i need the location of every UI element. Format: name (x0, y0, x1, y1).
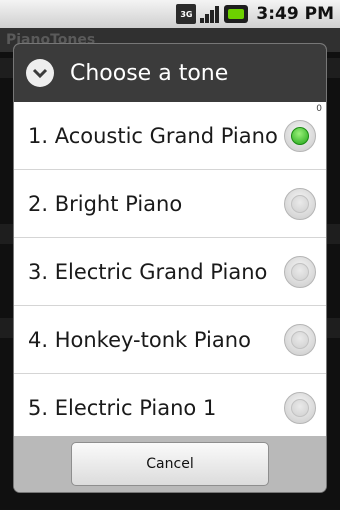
battery-icon (224, 5, 249, 23)
radio-button[interactable] (284, 323, 316, 356)
radio-button[interactable] (284, 255, 316, 288)
dialog-title: Choose a tone (70, 60, 229, 86)
radio-button[interactable] (284, 391, 316, 424)
network-type-label: 3G (180, 9, 193, 19)
tone-option-label: 3. Electric Grand Piano (28, 259, 268, 284)
chevron-down-icon (26, 59, 54, 87)
tone-option-label: 4. Honkey-tonk Piano (28, 327, 251, 352)
tone-option-honkey-tonk-piano[interactable]: 4. Honkey-tonk Piano (14, 306, 326, 374)
dialog-footer: Cancel (14, 436, 326, 492)
scroll-marker: 0 (316, 104, 322, 114)
tone-option-electric-grand-piano[interactable]: 3. Electric Grand Piano (14, 238, 326, 306)
tone-option-bright-piano[interactable]: 2. Bright Piano (14, 170, 326, 238)
tone-option-label: 2. Bright Piano (28, 191, 183, 216)
tone-list[interactable]: 1. Acoustic Grand Piano 2. Bright Piano … (14, 102, 326, 436)
dialog-header: Choose a tone (14, 44, 326, 102)
signal-strength-icon (199, 4, 221, 24)
tone-option-label: 1. Acoustic Grand Piano (28, 123, 278, 148)
network-3g-icon: 3G (176, 4, 197, 24)
radio-button-selected[interactable] (284, 119, 316, 152)
tone-option-electric-piano-1[interactable]: 5. Electric Piano 1 (14, 374, 326, 436)
cancel-button[interactable]: Cancel (71, 442, 269, 486)
status-bar: 3G 3:49 PM (0, 0, 340, 28)
choose-tone-dialog: Choose a tone 1. Acoustic Grand Piano 2.… (14, 44, 326, 492)
tone-option-label: 5. Electric Piano 1 (28, 395, 217, 420)
radio-button[interactable] (284, 187, 316, 220)
tone-option-acoustic-grand-piano[interactable]: 1. Acoustic Grand Piano (14, 102, 326, 170)
status-time: 3:49 PM (256, 4, 334, 24)
